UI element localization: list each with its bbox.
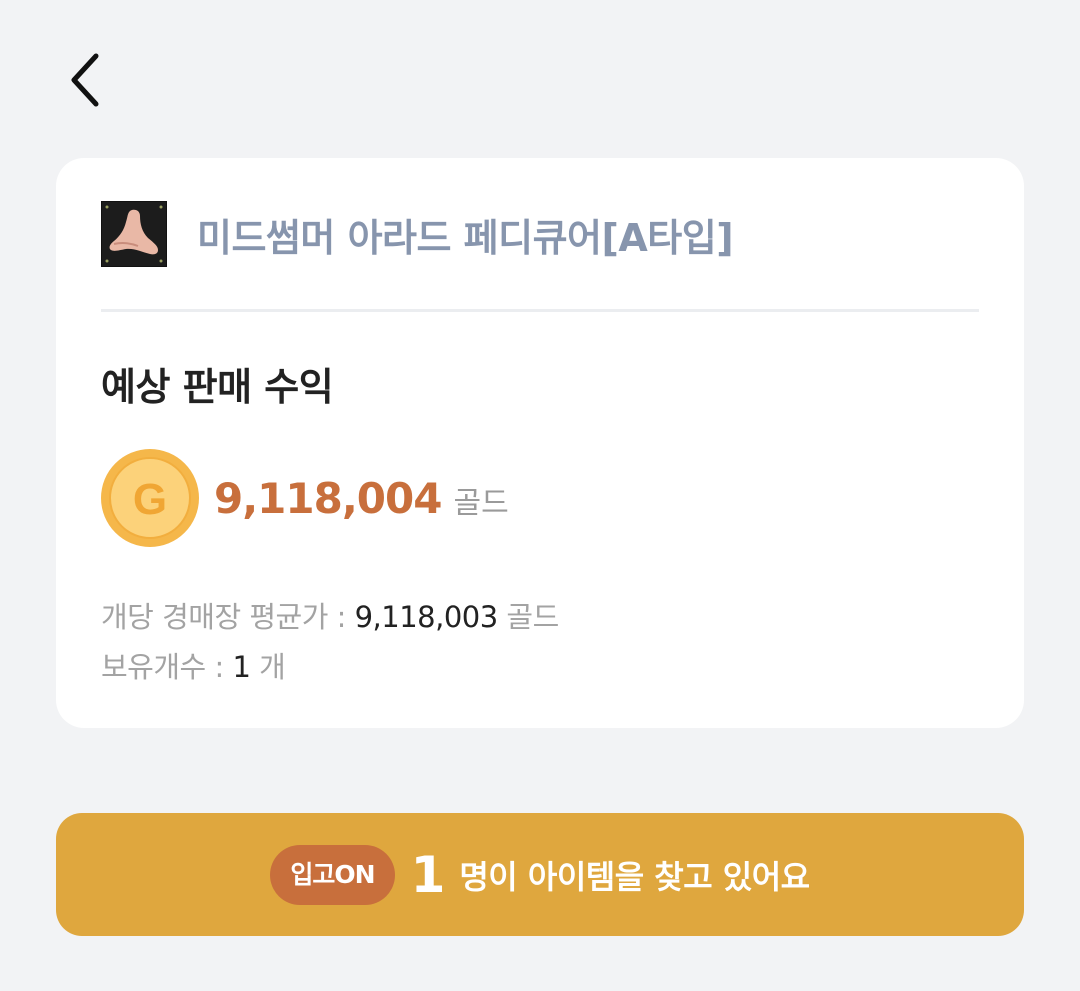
watcher-text: 명이 아이템을 찾고 있어요 [459,857,810,896]
profit-unit: 골드 [453,486,509,521]
owned-count-label: 보유개수 : [101,650,233,684]
average-price-value: 9,118,003 [354,600,499,634]
item-header: 미드썸머 아라드 페디큐어[A타입] [101,200,734,268]
gold-coin-icon: G [101,449,199,547]
item-name: 미드썸머 아라드 페디큐어[A타입] [197,215,734,260]
average-price-unit: 골드 [497,600,559,634]
profit-row: G 9,118,004 골드 [100,448,509,548]
profit-value: 9,118,004 [214,473,442,523]
restock-badge: 입고ON [270,844,395,905]
section-title: 예상 판매 수익 [101,365,334,409]
foot-icon [101,201,167,267]
watcher-count: 1 [410,845,446,904]
divider [101,309,979,312]
item-card: 미드썸머 아라드 페디큐어[A타입] 예상 판매 수익 G 9,118,004 … [56,158,1024,728]
owned-count-row: 보유개수 : 1 개 [101,644,286,686]
owned-count-value: 1 [232,650,251,684]
owned-count-unit: 개 [250,650,286,684]
back-button[interactable] [56,44,116,116]
average-price-row: 개당 경매장 평균가 : 9,118,003 골드 [101,594,559,636]
coin-letter: G [133,475,167,524]
average-price-label: 개당 경매장 평균가 : [101,600,355,634]
chevron-left-icon [71,53,99,107]
restock-watchers-button[interactable]: 입고ON 1 명이 아이템을 찾고 있어요 [56,813,1024,936]
